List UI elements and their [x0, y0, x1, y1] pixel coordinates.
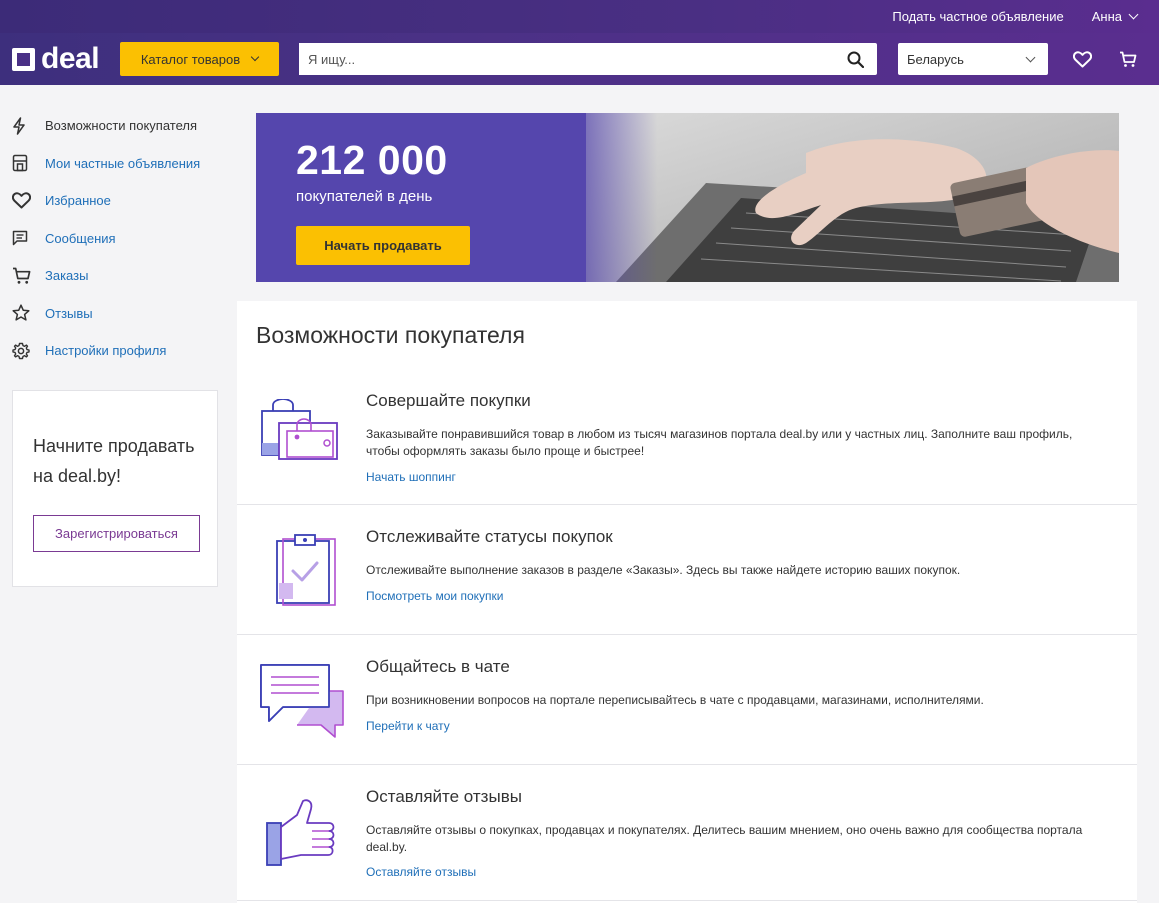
go-to-chat-link[interactable]: Перейти к чату	[366, 719, 450, 733]
chat-bubbles-icon	[260, 664, 344, 738]
sidebar: Возможности покупателя Мои частные объяв…	[0, 85, 230, 587]
feature-title: Оставляйте отзывы	[366, 787, 522, 806]
post-ad-link[interactable]: Подать частное объявление	[892, 9, 1063, 24]
leave-reviews-link[interactable]: Оставляйте отзывы	[366, 865, 476, 879]
sidebar-item-label: Настройки профиля	[45, 343, 167, 359]
search-bar	[299, 43, 877, 75]
sell-card-title: Начните продавать на deal.by!	[33, 431, 197, 491]
banner-number: 212 000	[296, 137, 448, 183]
message-icon	[12, 230, 45, 246]
cart-icon[interactable]	[1105, 33, 1150, 85]
promo-banner[interactable]: 212 000 покупателей в день Начать продав…	[256, 113, 1119, 282]
star-icon	[12, 304, 45, 322]
buyer-features-panel: Возможности покупателя Совершайте покупк…	[237, 301, 1137, 903]
feature-description: Оставляйте отзывы о покупках, продавцах …	[366, 823, 1083, 854]
page-title: Возможности покупателя	[256, 322, 525, 348]
feature-item-order-status: Отслеживайте статусы покупок Отслеживайт…	[237, 505, 1137, 635]
top-bar: Подать частное объявление Анна	[0, 0, 1159, 33]
thumbs-up-icon	[266, 799, 335, 866]
sidebar-item-my-ads[interactable]: Мои частные объявления	[12, 145, 230, 183]
sidebar-item-label: Возможности покупателя	[45, 118, 197, 134]
feature-item-reviews: Оставляйте отзывы Оставляйте отзывы о по…	[237, 765, 1137, 901]
cart-icon	[12, 267, 45, 285]
sidebar-item-label: Отзывы	[45, 305, 93, 321]
gear-icon	[12, 342, 45, 360]
chevron-down-icon	[1128, 9, 1139, 20]
feature-title: Совершайте покупки	[366, 391, 531, 410]
logo-square-icon	[12, 47, 35, 71]
banner-subtitle: покупателей в день	[296, 188, 433, 205]
feature-description: Отслеживайте выполнение заказов в раздел…	[366, 563, 961, 577]
clipboard-check-icon	[276, 534, 336, 606]
catalog-label: Каталог товаров	[140, 51, 241, 67]
chevron-down-icon	[250, 52, 260, 62]
laptop-payment-photo	[556, 113, 1119, 282]
logo-text: deal	[41, 42, 100, 75]
heart-icon	[12, 192, 45, 209]
sidebar-item-label: Сообщения	[45, 230, 116, 246]
sidebar-item-label: Избранное	[45, 193, 111, 209]
feature-title: Отслеживайте статусы покупок	[366, 527, 613, 546]
chevron-down-icon	[1025, 52, 1036, 62]
sidebar-item-label: Мои частные объявления	[45, 155, 201, 171]
feature-description: Заказывайте понравившийся товар в любом …	[366, 427, 1073, 458]
user-menu[interactable]: Анна	[1091, 9, 1139, 24]
catalog-button[interactable]: Каталог товаров	[120, 42, 279, 76]
feature-item-shopping: Совершайте покупки Заказывайте понравивш…	[237, 369, 1137, 505]
storefront-icon	[12, 154, 45, 172]
main-header: deal Каталог товаров Беларусь	[0, 33, 1159, 85]
sell-card-title-line1: Начните продавать	[33, 436, 195, 456]
heart-icon[interactable]	[1060, 33, 1105, 85]
logo[interactable]: deal	[12, 44, 120, 74]
search-input[interactable]	[299, 43, 833, 75]
sidebar-nav: Возможности покупателя Мои частные объяв…	[0, 85, 230, 370]
shopping-bags-icon	[261, 399, 338, 460]
region-value: Беларусь	[907, 51, 964, 67]
feature-description: При возникновении вопросов на портале пе…	[366, 693, 984, 707]
lightning-icon	[12, 117, 45, 135]
register-button[interactable]: Зарегистрироваться	[33, 515, 200, 552]
sidebar-item-orders[interactable]: Заказы	[12, 257, 230, 295]
sidebar-item-messages[interactable]: Сообщения	[12, 220, 230, 258]
sidebar-item-profile-settings[interactable]: Настройки профиля	[12, 332, 230, 370]
feature-title: Общайтесь в чате	[366, 657, 510, 676]
search-icon[interactable]	[833, 43, 877, 75]
sidebar-item-favorites[interactable]: Избранное	[12, 182, 230, 220]
user-name: Анна	[1091, 9, 1122, 24]
start-shopping-link[interactable]: Начать шоппинг	[366, 470, 456, 484]
start-selling-card: Начните продавать на deal.by! Зарегистри…	[12, 390, 218, 587]
sidebar-item-label: Заказы	[45, 268, 89, 284]
feature-item-chat: Общайтесь в чате При возникновении вопро…	[237, 635, 1137, 765]
region-select[interactable]: Беларусь	[898, 43, 1048, 75]
sidebar-item-buyer-features[interactable]: Возможности покупателя	[12, 107, 230, 145]
start-selling-button[interactable]: Начать продавать	[296, 226, 470, 265]
view-my-purchases-link[interactable]: Посмотреть мои покупки	[366, 589, 503, 603]
sidebar-item-reviews[interactable]: Отзывы	[12, 295, 230, 333]
sell-card-title-line2: на deal.by!	[33, 466, 121, 486]
